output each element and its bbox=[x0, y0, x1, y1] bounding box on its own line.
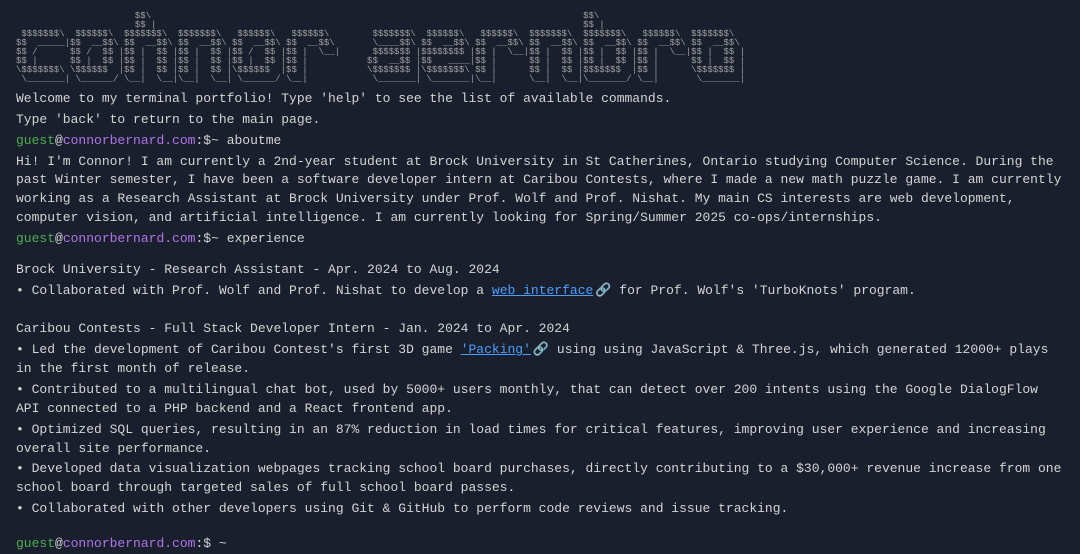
link-icon: 🔗 bbox=[595, 283, 611, 298]
prompt-dollar: $ bbox=[203, 231, 211, 246]
prompt-host: connorbernard.com bbox=[63, 231, 196, 246]
prompt-colon: : bbox=[195, 536, 203, 551]
prompt-user: guest bbox=[16, 536, 55, 551]
brock-title: Brock University - Research Assistant - … bbox=[16, 261, 1064, 280]
prompt-tilde: ~ bbox=[211, 133, 219, 148]
brock-bullet-1-prefix: • Collaborated with Prof. Wolf and Prof.… bbox=[16, 283, 492, 298]
prompt-at: @ bbox=[55, 536, 63, 551]
prompt-user: guest bbox=[16, 231, 55, 246]
link-icon: 🔗 bbox=[533, 342, 549, 357]
caribou-bullet-5: • Collaborated with other developers usi… bbox=[16, 500, 1064, 519]
command-aboutme: aboutme bbox=[227, 133, 282, 148]
prompt-at: @ bbox=[55, 133, 63, 148]
web-interface-link[interactable]: web interface bbox=[492, 283, 593, 298]
prompt-line-3: guest@connorbernard.com:$ ~ bbox=[16, 535, 1064, 554]
welcome-text-1: Welcome to my terminal portfolio! Type '… bbox=[16, 90, 1064, 109]
prompt-tilde: ~ bbox=[219, 536, 227, 551]
caribou-bullet-4: • Developed data visualization webpages … bbox=[16, 460, 1064, 498]
prompt-line-2: guest@connorbernard.com:$~ experience bbox=[16, 230, 1064, 249]
welcome-text-2: Type 'back' to return to the main page. bbox=[16, 111, 1064, 130]
prompt-host: connorbernard.com bbox=[63, 133, 196, 148]
caribou-bullet-3: • Optimized SQL queries, resulting in an… bbox=[16, 421, 1064, 459]
brock-bullet-1: • Collaborated with Prof. Wolf and Prof.… bbox=[16, 282, 1064, 301]
caribou-title: Caribou Contests - Full Stack Developer … bbox=[16, 320, 1064, 339]
caribou-bullet-1: • Led the development of Caribou Contest… bbox=[16, 341, 1064, 379]
prompt-host: connorbernard.com bbox=[63, 536, 196, 551]
caribou-bullet-1-prefix: • Led the development of Caribou Contest… bbox=[16, 342, 461, 357]
ascii-banner: $$\ $$\ $$ | $$ | $$ bbox=[16, 12, 1064, 84]
prompt-user: guest bbox=[16, 133, 55, 148]
prompt-dollar: $ bbox=[203, 536, 211, 551]
prompt-line-1: guest@connorbernard.com:$~ aboutme bbox=[16, 132, 1064, 151]
aboutme-output: Hi! I'm Connor! I am currently a 2nd-yea… bbox=[16, 153, 1064, 228]
packing-link[interactable]: 'Packing' bbox=[461, 342, 531, 357]
prompt-at: @ bbox=[55, 231, 63, 246]
prompt-dollar: $ bbox=[203, 133, 211, 148]
brock-bullet-1-suffix: for Prof. Wolf's 'TurboKnots' program. bbox=[612, 283, 916, 298]
prompt-tilde: ~ bbox=[211, 231, 219, 246]
command-experience: experience bbox=[227, 231, 305, 246]
caribou-bullet-2: • Contributed to a multilingual chat bot… bbox=[16, 381, 1064, 419]
